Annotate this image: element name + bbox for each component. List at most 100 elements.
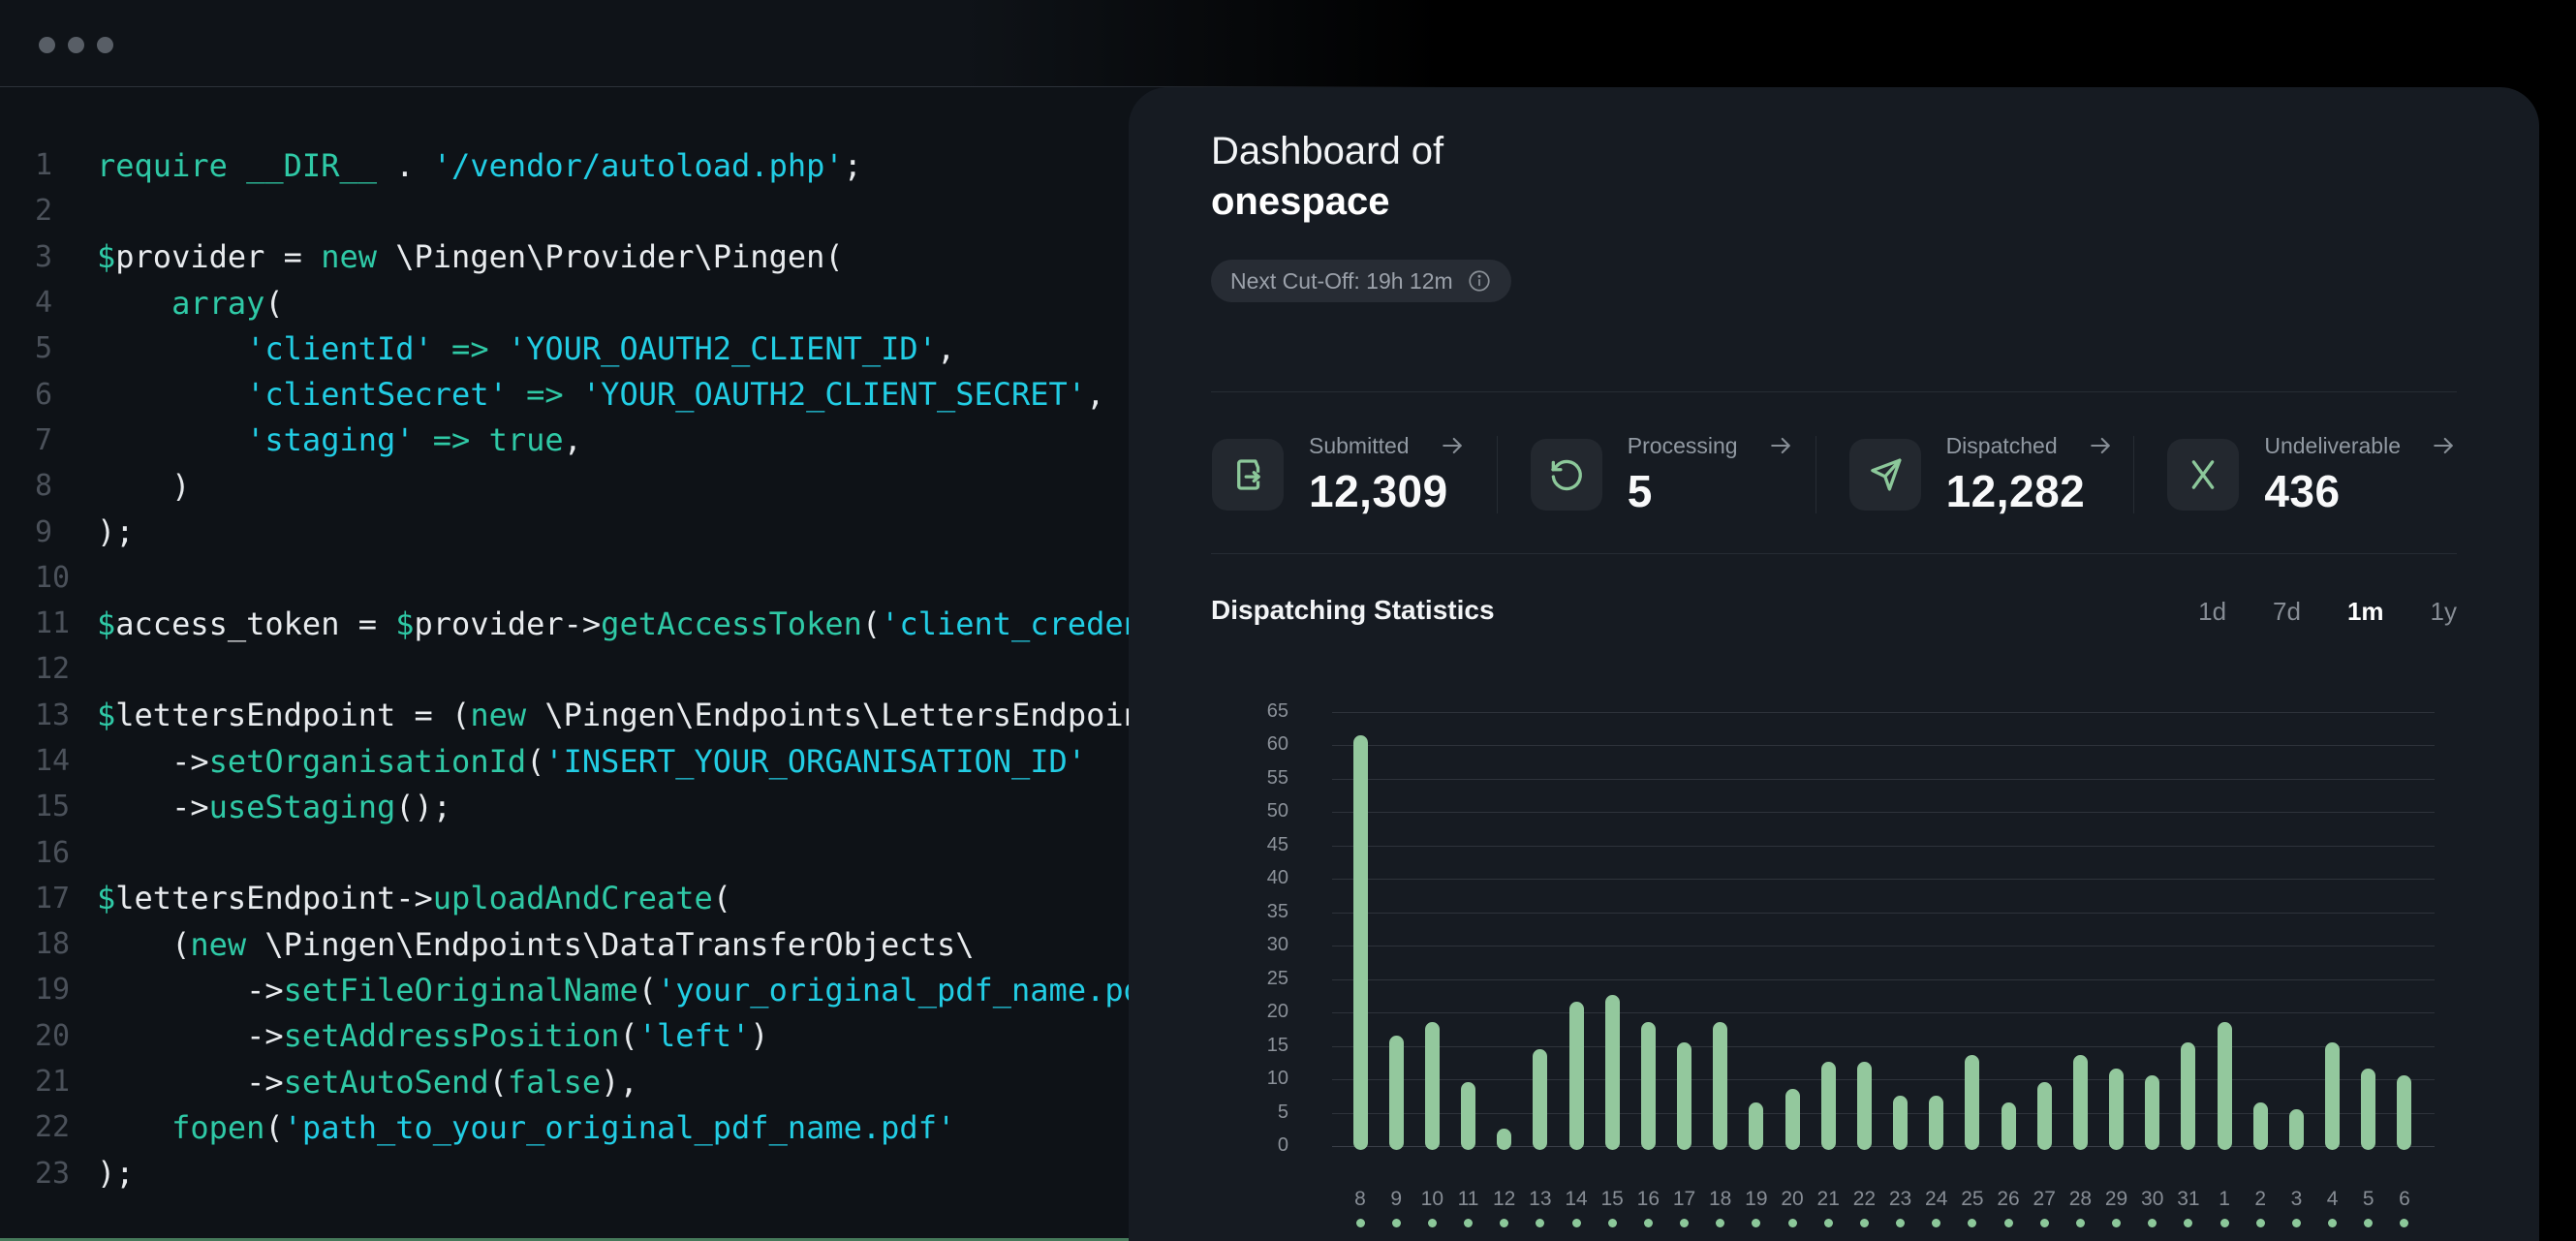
bar-10	[1425, 1022, 1440, 1150]
screenshot-root: { "code": { "lines": [ { "n": "1", "segs…	[0, 0, 2576, 1241]
date-status-dot	[1356, 1219, 1365, 1227]
code-token: useStaging	[209, 789, 396, 825]
code-token: setAddressPosition	[284, 1017, 620, 1054]
date-status-dot	[2112, 1219, 2121, 1227]
code-token: __DIR__	[246, 147, 377, 184]
date-status-dot	[1896, 1219, 1905, 1227]
code-token: (	[489, 1064, 508, 1101]
window-control-dot[interactable]	[97, 37, 113, 53]
date-status-dot	[1860, 1219, 1869, 1227]
code-token: ),	[601, 1064, 638, 1101]
y-axis-tick: 50	[1230, 800, 1288, 822]
bar-14	[1569, 1002, 1584, 1150]
code-token: );	[97, 513, 135, 550]
code-token: ,	[564, 421, 582, 458]
code-token: 'clientSecret'	[246, 376, 508, 413]
date-status-dot	[1572, 1219, 1581, 1227]
code-token: =	[339, 605, 395, 642]
date-status-dot	[2040, 1219, 2049, 1227]
line-number: 18	[0, 927, 97, 961]
date-status-dot	[1680, 1219, 1689, 1227]
code-token: )	[97, 468, 190, 505]
window-control-dot[interactable]	[68, 37, 84, 53]
code-token: 'clientId'	[246, 330, 433, 367]
code-token: .	[377, 147, 433, 184]
code-token: ->	[395, 880, 433, 916]
line-number: 21	[0, 1065, 97, 1099]
code-token: (	[264, 285, 283, 322]
code-token: \Pingen\Provider\Pingen(	[377, 238, 844, 275]
code-token: new	[190, 926, 246, 963]
y-axis-tick: 60	[1230, 733, 1288, 756]
code-token	[228, 147, 246, 184]
code-token: provider	[415, 605, 564, 642]
gridline	[1332, 1113, 2435, 1114]
gridline	[1332, 779, 2435, 780]
bar-24	[1929, 1096, 1943, 1150]
code-token: $	[97, 880, 115, 916]
code-token	[433, 330, 451, 367]
date-status-dot	[1932, 1219, 1940, 1227]
bar-6	[2397, 1075, 2411, 1150]
y-axis-tick: 65	[1230, 700, 1288, 723]
code-token: (	[713, 880, 731, 916]
code-token: ();	[395, 789, 451, 825]
line-number: 19	[0, 973, 97, 1007]
code-token: ->	[97, 789, 209, 825]
code-token: (	[862, 605, 881, 642]
code-token: setAutoSend	[284, 1064, 489, 1101]
bar-4	[2325, 1042, 2340, 1150]
date-status-dot	[2256, 1219, 2265, 1227]
gridline	[1332, 1079, 2435, 1080]
dispatching-chart: 0510152025303540455055606589101112131415…	[1129, 87, 2539, 1241]
date-status-dot	[2148, 1219, 2157, 1227]
date-status-dot	[1716, 1219, 1724, 1227]
window-control-dot[interactable]	[39, 37, 55, 53]
date-status-dot	[2220, 1219, 2229, 1227]
gridline	[1332, 1046, 2435, 1047]
bar-23	[1893, 1096, 1908, 1150]
line-number: 1	[0, 148, 97, 182]
code-token: =	[264, 238, 321, 275]
bar-26	[2002, 1102, 2016, 1150]
bar-12	[1497, 1129, 1511, 1150]
code-token: 'left'	[638, 1017, 751, 1054]
code-token	[97, 1109, 171, 1146]
code-token: $	[97, 697, 115, 733]
date-status-dot	[1788, 1219, 1797, 1227]
code-token	[508, 376, 526, 413]
date-status-dot	[1824, 1219, 1833, 1227]
code-token: (	[619, 1017, 637, 1054]
code-token: new	[470, 697, 526, 733]
line-number: 4	[0, 286, 97, 320]
code-token: ->	[97, 972, 284, 1008]
gridline	[1332, 812, 2435, 813]
y-axis-tick: 20	[1230, 1001, 1288, 1023]
gridline	[1332, 846, 2435, 847]
code-token: provider	[115, 238, 264, 275]
date-status-dot	[2364, 1219, 2373, 1227]
code-token: ;	[844, 147, 862, 184]
code-token: 'INSERT_YOUR_ORGANISATION_ID'	[544, 743, 1086, 780]
date-status-dot	[2184, 1219, 2192, 1227]
code-token	[97, 376, 246, 413]
code-token: = (	[395, 697, 470, 733]
code-token: fopen	[171, 1109, 264, 1146]
window-controls[interactable]	[39, 37, 113, 53]
code-token: ,	[1086, 376, 1104, 413]
line-number: 6	[0, 378, 97, 412]
code-token	[415, 421, 433, 458]
code-token: ->	[97, 743, 209, 780]
y-axis-tick: 30	[1230, 934, 1288, 956]
line-number: 23	[0, 1157, 97, 1191]
line-number: 16	[0, 836, 97, 870]
code-token	[97, 330, 246, 367]
bar-11	[1461, 1082, 1475, 1150]
code-token: =>	[433, 421, 471, 458]
date-status-dot	[1536, 1219, 1544, 1227]
date-status-dot	[1644, 1219, 1653, 1227]
code-token	[564, 376, 582, 413]
bar-31	[2181, 1042, 2195, 1150]
date-status-dot	[2400, 1219, 2408, 1227]
y-axis-tick: 0	[1230, 1134, 1288, 1157]
